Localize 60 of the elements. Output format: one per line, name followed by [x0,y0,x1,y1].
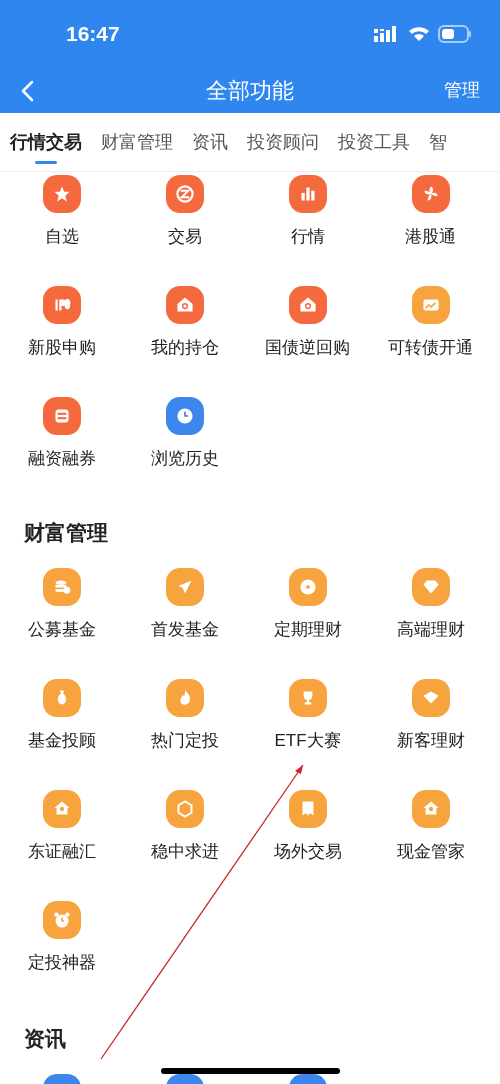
battery-icon [438,25,472,43]
function-label[interactable]: 交易 [167,227,202,247]
function-label[interactable]: 自选 [44,227,79,247]
function-icon[interactable] [411,175,450,213]
function-label[interactable]: 现金管家 [396,842,465,862]
function-icon[interactable] [42,679,81,717]
status-time: 16:47 [66,21,120,48]
function-label[interactable]: 公募基金 [27,620,96,640]
category-tab[interactable]: 投资顾问 [247,113,319,171]
page-title: 全部功能 [206,77,294,105]
function-label[interactable]: 高端理财 [396,620,465,640]
function-label[interactable]: 浏览历史 [150,449,219,469]
function-label[interactable]: 可转债开通 [388,338,473,358]
function-icon[interactable] [288,679,327,717]
function-icon[interactable] [165,679,204,717]
function-icon[interactable] [42,286,81,324]
section-title: 财富管理 [24,521,108,544]
function-label[interactable]: 我的持仓 [150,338,219,358]
function-icon[interactable] [42,568,81,606]
function-label[interactable]: 基金投顾 [27,731,96,751]
function-label[interactable]: ETF大赛 [274,731,341,751]
category-tab[interactable]: 财富管理 [101,113,173,171]
manage-button[interactable]: 管理 [444,77,480,104]
function-label[interactable]: 国债逆回购 [265,338,350,358]
function-icon[interactable] [165,790,204,828]
function-icon[interactable] [165,175,204,213]
function-icon[interactable] [165,286,204,324]
function-icon[interactable] [165,397,204,435]
function-icon[interactable] [288,175,327,213]
function-label[interactable]: 行情 [290,227,325,247]
function-label[interactable]: 新客理财 [396,731,465,751]
function-label[interactable]: 场外交易 [273,842,342,862]
function-icon[interactable] [411,286,450,324]
category-tab[interactable]: 智 [429,113,447,171]
category-tab[interactable]: 资讯 [192,113,228,171]
function-label[interactable]: 港股通 [405,227,456,247]
function-icon[interactable] [42,397,81,435]
function-icon[interactable] [411,679,450,717]
function-icon[interactable] [411,568,450,606]
function-icon[interactable] [411,790,450,828]
function-label[interactable]: 新股申购 [27,338,96,358]
function-label[interactable]: 首发基金 [150,620,219,640]
function-icon[interactable] [288,568,327,606]
function-label[interactable]: 稳中求进 [150,842,219,862]
section-title: 资讯 [24,1027,66,1050]
function-label[interactable]: 定投神器 [27,953,96,973]
wifi-icon [408,26,430,42]
function-icon[interactable] [288,286,327,324]
category-tab[interactable]: 行情交易 [10,113,82,171]
function-icon[interactable] [288,790,327,828]
function-icon[interactable] [42,901,81,939]
function-label[interactable]: 东证融汇 [27,842,96,862]
function-label[interactable]: 融资融券 [27,449,96,469]
function-icon[interactable] [42,175,81,213]
function-icon[interactable] [165,568,204,606]
function-label[interactable]: 热门定投 [150,731,219,751]
function-icon[interactable] [42,790,81,828]
category-tab[interactable]: 投资工具 [338,113,410,171]
function-label[interactable]: 定期理财 [273,620,342,640]
back-icon[interactable] [20,79,34,102]
